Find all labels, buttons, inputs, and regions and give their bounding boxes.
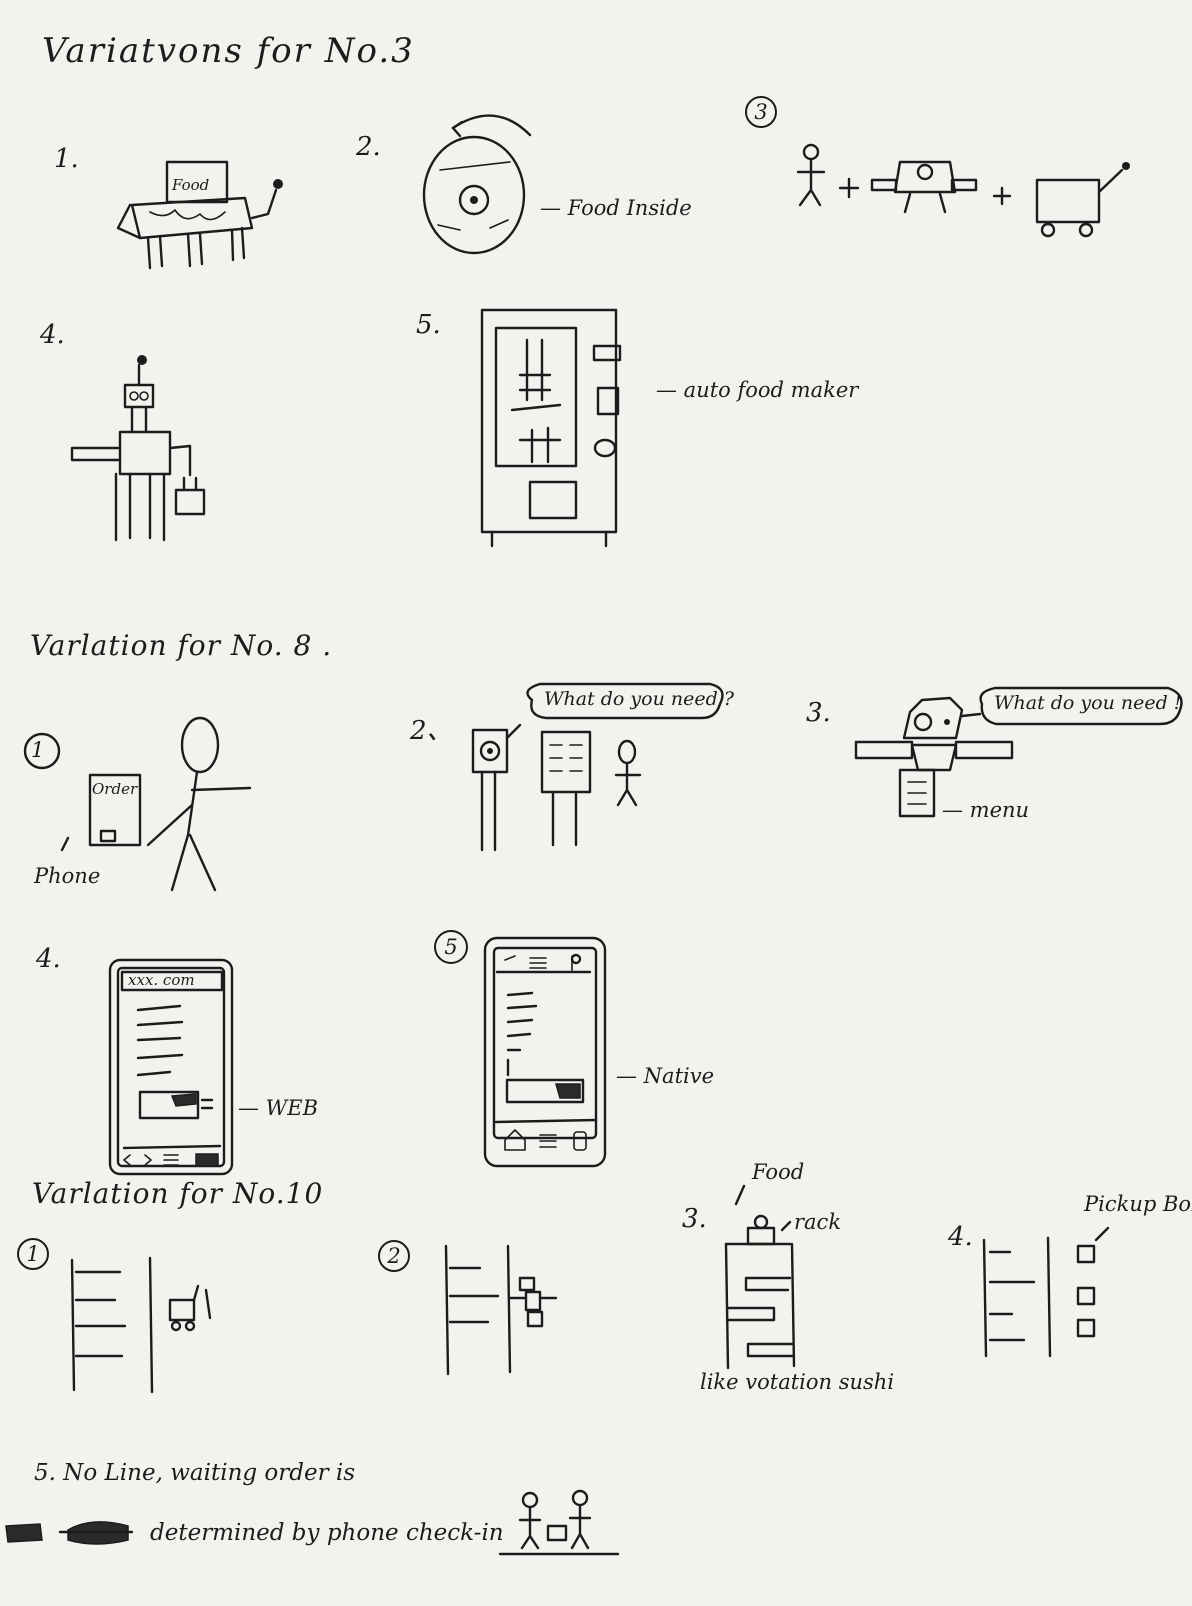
sketch-rotating-rack	[724, 1184, 796, 1370]
sketch-pickup-boxes	[982, 1226, 1110, 1358]
sketch-shelf-with-cart	[70, 1256, 212, 1394]
no8-item-2-bubble: What do you need ?	[544, 688, 734, 710]
no3-item-2-number: 2.	[356, 132, 381, 162]
no3-item-2-label: — Food Inside	[540, 196, 692, 220]
no8-item-5-number: 5	[434, 930, 468, 964]
no3-item-1-sign: Food	[172, 176, 210, 194]
no8-item-3-bubble: What do you need !	[994, 692, 1182, 714]
sketch-rotating-food-disc	[422, 114, 532, 255]
no8-item-4-label: — WEB	[238, 1096, 319, 1120]
no10-item-5-line1: 5. No Line, waiting order is	[34, 1460, 356, 1486]
no8-item-1-screen: Order	[92, 780, 138, 798]
no8-item-1-number: 1	[31, 738, 45, 762]
no3-item-1-number: 1.	[54, 144, 79, 174]
sketch-web-phone	[108, 958, 234, 1176]
heading-variation-no8: Varlation for No. 8 .	[30, 629, 333, 662]
sketch-robot-with-box	[70, 355, 206, 542]
no10-item-2-number: 2	[378, 1240, 410, 1272]
no10-item-3-rack-label: rack	[794, 1210, 842, 1234]
no8-item-3-number: 3.	[806, 698, 831, 728]
no8-item-4-url: xxx. com	[128, 971, 195, 989]
no3-item-5-number: 5.	[416, 310, 441, 340]
sketch-sheet: Variatvons for No.3 Varlation for No. 8 …	[0, 0, 1192, 1606]
no8-item-3-label: — menu	[942, 798, 1030, 822]
heading-variations-no3: Variatvons for No.3	[42, 31, 415, 71]
no3-item-5-label: — auto food maker	[656, 378, 859, 402]
no3-item-4-number: 4.	[40, 320, 65, 350]
heading-variation-no10: Varlation for No.10	[32, 1177, 324, 1210]
no10-item-3-caption: like votation sushi	[700, 1370, 895, 1394]
sketch-native-phone	[483, 936, 607, 1168]
no8-item-4-number: 4.	[36, 944, 61, 974]
no10-item-4-label: Pickup Box	[1084, 1192, 1192, 1216]
no10-item-5-line2: determined by phone check-in	[150, 1520, 504, 1546]
sketch-person-robot-cart	[796, 143, 1130, 238]
no10-item-1-number: 1	[17, 1238, 49, 1270]
no8-item-2-number: 2、	[410, 716, 453, 746]
no10-item-4-number: 4.	[948, 1222, 973, 1252]
sketch-shelf-with-robot	[444, 1244, 558, 1376]
sketch-auto-food-maker	[480, 308, 622, 548]
no10-item-3-food-label: Food	[752, 1160, 805, 1184]
no10-item-3-number: 3.	[682, 1204, 707, 1234]
no8-item-1-label: Phone	[34, 864, 101, 888]
no8-item-5-label: — Native	[616, 1064, 715, 1088]
no3-item-3-number: 3	[745, 96, 777, 128]
